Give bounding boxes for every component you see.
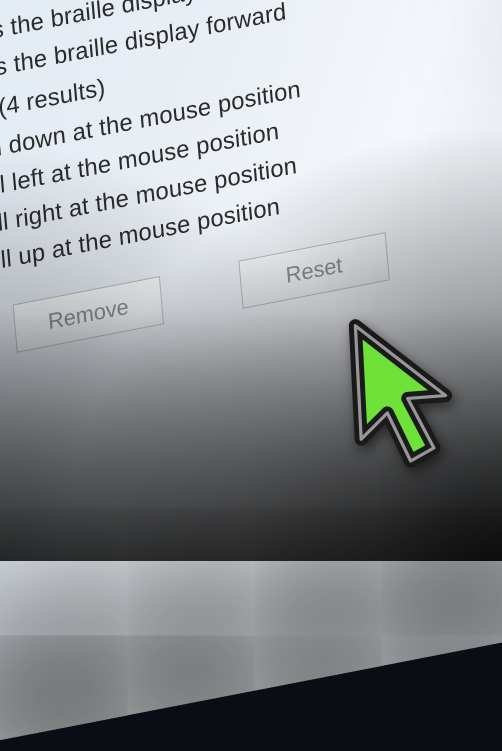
reset-button[interactable]: Reset xyxy=(238,232,389,309)
remove-button[interactable]: Remove xyxy=(13,276,164,353)
